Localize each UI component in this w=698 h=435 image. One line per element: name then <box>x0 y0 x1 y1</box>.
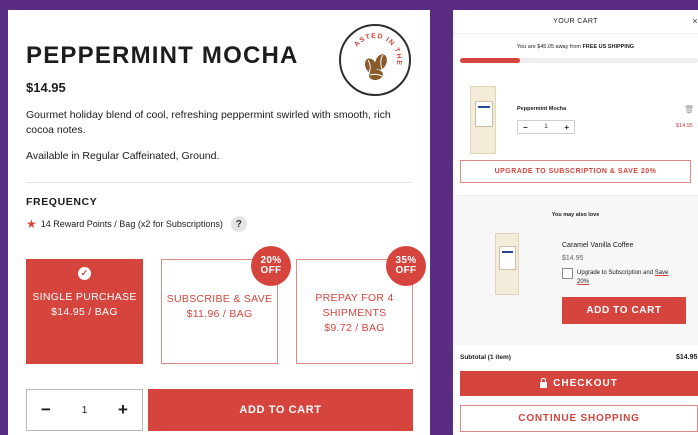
cart-item-price: $14.95 <box>676 123 693 129</box>
close-icon[interactable]: × <box>692 16 698 26</box>
option-price: $14.95 / BAG <box>51 306 118 318</box>
quantity-stepper: − 1 + <box>26 389 143 431</box>
frequency-label: FREQUENCY <box>26 196 98 208</box>
help-icon[interactable]: ? <box>230 216 247 232</box>
product-description: Gourmet holiday blend of cool, refreshin… <box>26 109 391 136</box>
increase-button[interactable]: + <box>116 400 130 420</box>
also-love-section: You may also love Caramel Vanilla Coffee… <box>453 195 698 345</box>
upgrade-checkbox[interactable] <box>562 268 573 279</box>
cart-drawer: YOUR CART × You are $45.05 away from FRE… <box>453 10 698 435</box>
product-title: PEPPERMINT MOCHA <box>26 42 299 69</box>
decrease-button[interactable]: − <box>39 400 53 420</box>
roasted-in-us-badge: ROASTED IN THE US <box>339 24 411 96</box>
coffee-beans-icon: ROASTED IN THE US <box>343 26 409 81</box>
checkout-label: CHECKOUT <box>553 378 618 389</box>
option-subscribe-save[interactable]: 20% OFF SUBSCRIBE & SAVE $11.96 / BAG <box>161 246 291 364</box>
discount-off: OFF <box>260 265 282 276</box>
discount-off: OFF <box>395 265 417 276</box>
recommended-product-image[interactable] <box>495 233 519 295</box>
also-love-title: You may also love <box>551 212 600 218</box>
option-name: SUBSCRIBE & SAVE <box>166 293 273 305</box>
shipping-message: You are $45.05 away from FREE US SHIPPIN… <box>453 44 698 50</box>
cart-header: YOUR CART × <box>453 10 698 34</box>
trash-icon[interactable]: 🗑 <box>684 105 694 114</box>
subtotal-label: Subtotal (1 item) <box>460 354 511 361</box>
continue-shopping-button[interactable]: CONTINUE SHOPPING <box>460 405 698 432</box>
option-single-purchase[interactable]: ✓ SINGLE PURCHASE $14.95 / BAG <box>26 259 143 364</box>
upgrade-checkbox-text: Upgrade to Subscription and <box>577 270 655 276</box>
cart-item-name[interactable]: Peppermint Mocha <box>517 106 566 112</box>
product-availability: Available in Regular Caffeinated, Ground… <box>26 150 220 162</box>
recommended-product-price: $14.95 <box>562 255 584 262</box>
recommended-add-to-cart-button[interactable]: ADD TO CART <box>562 297 686 324</box>
option-name: SINGLE PURCHASE <box>32 291 137 303</box>
option-name: PREPAY FOR 4 SHIPMENTS <box>315 292 394 319</box>
check-icon: ✓ <box>78 267 91 280</box>
cart-title: YOUR CART <box>553 18 598 25</box>
cart-quantity-value[interactable]: 1 <box>544 124 547 130</box>
cart-increase-button[interactable]: + <box>564 123 569 132</box>
recommended-product-name[interactable]: Caramel Vanilla Coffee <box>562 242 633 249</box>
cart-quantity-stepper: − 1 + <box>517 120 575 134</box>
checkout-button[interactable]: CHECKOUT <box>460 371 698 396</box>
option-price: $9.72 / BAG <box>324 322 385 334</box>
shipping-progress-bar <box>460 58 698 63</box>
reward-text: 14 Reward Points / Bag (x2 for Subscript… <box>40 219 223 229</box>
option-price: $11.96 / BAG <box>186 308 253 320</box>
shipping-message-bold: FREE US SHIPPING <box>582 44 635 50</box>
shipping-progress-fill <box>460 58 520 63</box>
product-price: $14.95 <box>26 80 66 95</box>
quantity-value[interactable]: 1 <box>82 405 88 416</box>
add-to-cart-button[interactable]: ADD TO CART <box>148 389 413 431</box>
upgrade-checkbox-label: Upgrade to Subscription and Save 20% <box>577 269 677 287</box>
discount-badge: 35% OFF <box>386 246 426 286</box>
product-image[interactable] <box>470 86 496 154</box>
cart-decrease-button[interactable]: − <box>523 123 528 132</box>
product-panel: PEPPERMINT MOCHA $14.95 ROASTED IN THE U… <box>8 10 430 435</box>
upgrade-subscription-button[interactable]: UPGRADE TO SUBSCRIPTION & SAVE 20% <box>460 160 691 183</box>
reward-points: ★ 14 Reward Points / Bag (x2 for Subscri… <box>26 216 247 232</box>
subtotal-value: $14.95 <box>676 354 698 361</box>
lock-icon <box>540 377 548 388</box>
discount-badge: 20% OFF <box>251 246 291 286</box>
option-prepay[interactable]: 35% OFF PREPAY FOR 4 SHIPMENTS $9.72 / B… <box>296 246 426 364</box>
star-icon: ★ <box>26 217 37 231</box>
shipping-message-prefix: You are $45.05 away from <box>516 44 583 50</box>
divider <box>26 182 412 183</box>
